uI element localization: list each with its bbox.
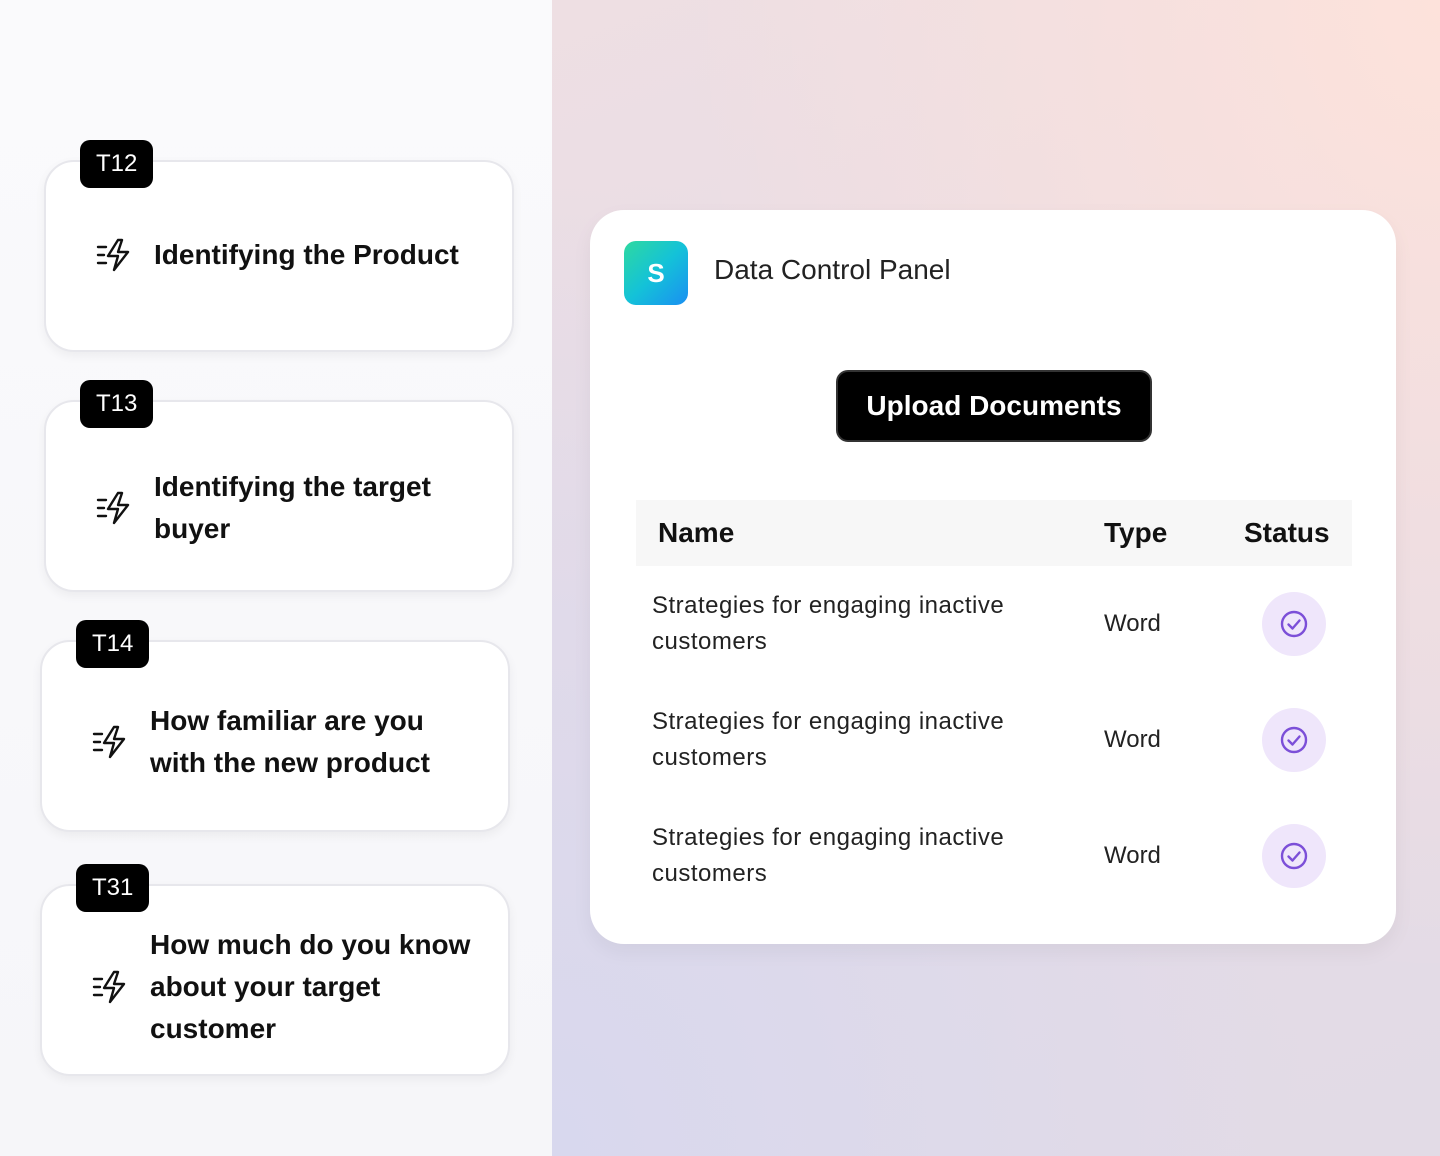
document-name: Strategies for engaging inactive custome… [652, 824, 1005, 887]
status-badge [1262, 592, 1326, 656]
document-type: Word [1104, 842, 1161, 869]
data-control-panel: S Data Control Panel Upload Documents Na… [590, 210, 1396, 944]
table-header: Name Type Status [636, 500, 1352, 566]
panel-title: Data Control Panel [714, 254, 951, 285]
status-badge [1262, 824, 1326, 888]
document-type: Word [1104, 726, 1161, 753]
check-circle-icon [1280, 726, 1308, 754]
upload-documents-button[interactable]: Upload Documents [836, 370, 1152, 442]
column-header-name[interactable]: Name [658, 500, 734, 566]
flash-icon [92, 725, 126, 759]
task-title: How familiar are you with the new produc… [150, 705, 430, 778]
check-circle-icon [1280, 610, 1308, 638]
task-card-t12[interactable]: T12 Identifying the Product [44, 140, 514, 352]
task-title: How much do you know about your target c… [150, 929, 471, 1044]
document-type: Word [1104, 610, 1161, 637]
status-badge [1262, 708, 1326, 772]
check-circle-icon [1280, 842, 1308, 870]
task-card-t14[interactable]: T14 How familiar are you with the new pr… [40, 620, 510, 832]
table-row[interactable]: Strategies for engaging inactive custome… [636, 704, 1352, 820]
task-tag: T31 [76, 864, 150, 912]
document-name: Strategies for engaging inactive custome… [652, 708, 1005, 771]
task-card-t31[interactable]: T31 How much do you know about your targ… [40, 864, 510, 1076]
flash-icon [92, 970, 126, 1004]
table-row[interactable]: Strategies for engaging inactive custome… [636, 588, 1352, 704]
column-header-status[interactable]: Status [1244, 500, 1330, 566]
task-card-t13[interactable]: T13 Identifying the target buyer [44, 380, 514, 592]
task-tag: T12 [80, 140, 154, 188]
task-tag: T13 [80, 380, 154, 428]
column-header-type[interactable]: Type [1104, 500, 1167, 566]
task-tag: T14 [76, 620, 150, 668]
task-title: Identifying the target buyer [154, 471, 431, 544]
flash-icon [96, 238, 130, 272]
flash-icon [96, 491, 130, 525]
app-logo: S [624, 241, 688, 305]
table-row[interactable]: Strategies for engaging inactive custome… [636, 820, 1352, 936]
task-title: Identifying the Product [154, 239, 459, 270]
document-name: Strategies for engaging inactive custome… [652, 592, 1005, 655]
